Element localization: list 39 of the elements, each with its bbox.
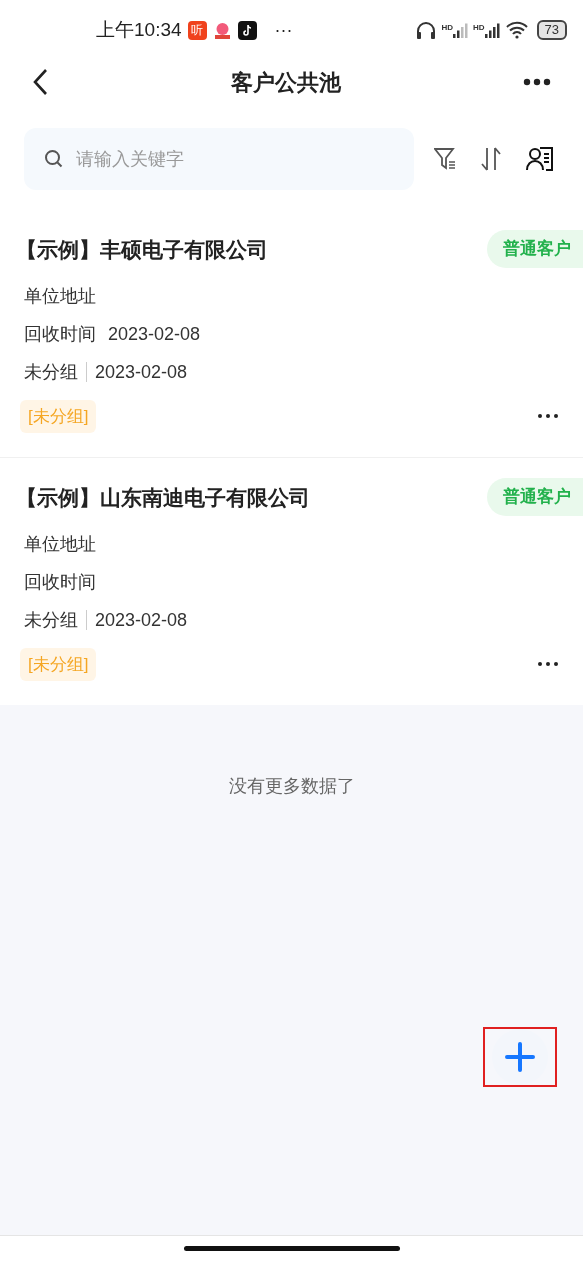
app-icon	[212, 20, 232, 40]
headphones-icon	[415, 20, 438, 40]
signal-icon	[484, 22, 501, 38]
wifi-icon	[504, 21, 529, 39]
contact-card-icon[interactable]	[526, 146, 554, 172]
search-icon	[44, 149, 64, 169]
more-icon[interactable]	[523, 78, 551, 86]
plus-icon	[505, 1042, 535, 1072]
recycle-time-label: 回收时间	[24, 322, 96, 346]
signal-icon	[452, 22, 469, 38]
group-tag: [未分组]	[20, 399, 97, 433]
network-label: HD	[441, 22, 453, 34]
company-name: 【示例】丰硕电子有限公司	[16, 237, 268, 263]
no-more-data-text: 没有更多数据了	[228, 775, 355, 798]
group-label: 未分组	[24, 360, 78, 384]
recycle-date: 2023-02-08	[108, 322, 201, 346]
battery-indicator: 73	[536, 20, 567, 40]
group-tag: [未分组]	[20, 647, 97, 681]
group-date: 2023-02-08	[95, 360, 188, 384]
more-notifications: ···	[274, 18, 293, 42]
address-label: 单位地址	[24, 284, 97, 308]
group-label: 未分组	[24, 608, 78, 632]
app-icon	[237, 20, 257, 40]
sort-icon[interactable]	[480, 146, 502, 172]
status-time: 上午10:34	[96, 17, 182, 42]
filter-icon[interactable]	[434, 147, 456, 171]
back-icon[interactable]	[32, 68, 48, 96]
recycle-time-label: 回收时间	[24, 570, 96, 594]
search-field[interactable]: 请输入关键字	[24, 128, 414, 190]
group-date: 2023-02-08	[95, 608, 188, 632]
customer-type-tag: 普通客户	[487, 230, 583, 268]
network-label: HD	[472, 22, 485, 34]
customer-type-tag: 普通客户	[487, 478, 583, 516]
address-label: 单位地址	[24, 532, 97, 556]
page-title: 客户公共池	[230, 68, 341, 97]
app-icon: 听	[187, 20, 207, 40]
more-icon[interactable]	[537, 661, 559, 668]
more-icon[interactable]	[537, 413, 559, 420]
company-name: 【示例】山东南迪电子有限公司	[16, 485, 310, 511]
